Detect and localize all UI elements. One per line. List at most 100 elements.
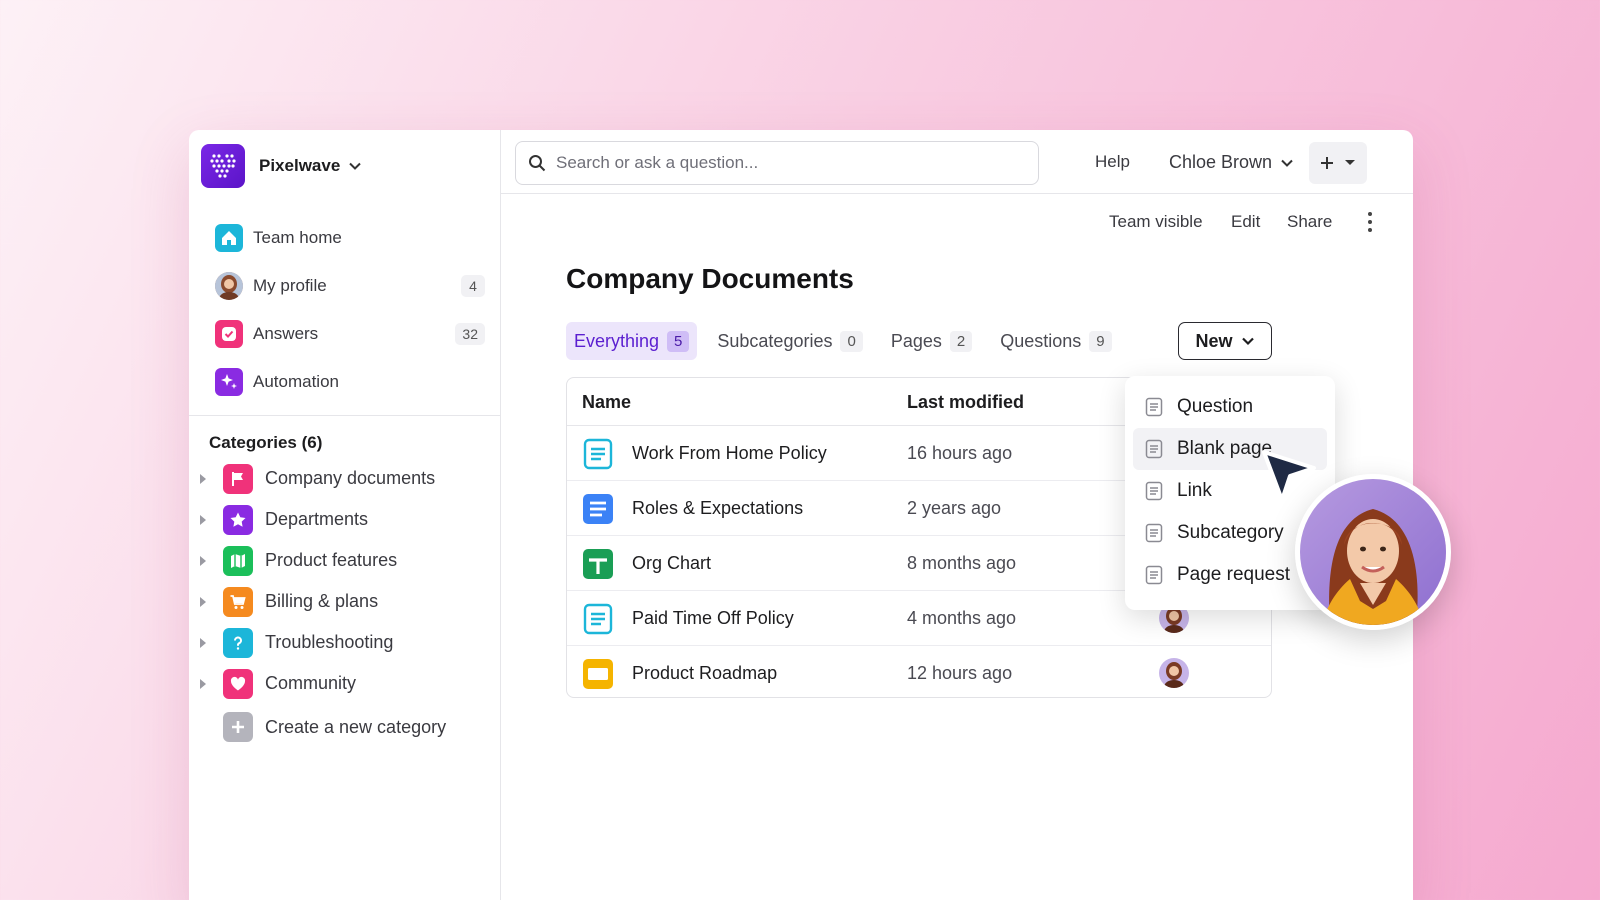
document-name[interactable]: Roles & Expectations <box>632 498 803 519</box>
pixelwave-logo-icon <box>201 144 245 188</box>
search-input[interactable] <box>556 153 1038 173</box>
heart-icon <box>223 668 253 699</box>
column-header-name[interactable]: Name <box>582 392 631 413</box>
tab-everything[interactable]: Everything 5 <box>566 322 698 360</box>
document-name[interactable]: Paid Time Off Policy <box>632 608 794 629</box>
category-company-documents[interactable]: Company documents <box>195 458 485 499</box>
answers-icon <box>215 320 243 348</box>
categories-heading: Categories (6) <box>209 433 323 452</box>
tab-count: 2 <box>949 330 973 352</box>
star-icon <box>223 504 253 535</box>
page-actions: Team visible Edit Share <box>501 210 1413 240</box>
sidebar: Pixelwave Team home My profile 4 Answers… <box>189 130 501 900</box>
cart-icon <box>223 586 253 617</box>
question-icon <box>223 627 253 658</box>
more-options-icon[interactable] <box>1365 210 1375 234</box>
help-link[interactable]: Help <box>1095 152 1130 172</box>
user-menu[interactable]: Chloe Brown <box>1169 152 1294 173</box>
nav-label: My profile <box>253 276 327 295</box>
nav-automation[interactable]: Automation <box>215 358 485 406</box>
main-nav: Team home My profile 4 Answers 32 Automa… <box>215 214 485 406</box>
nav-label: Team home <box>253 228 342 247</box>
menu-item-label: Subcategory <box>1177 522 1284 543</box>
share-button[interactable]: Share <box>1287 212 1332 232</box>
menu-item-question[interactable]: Question <box>1133 386 1327 428</box>
page-title: Company Documents <box>566 263 854 294</box>
tab-pages[interactable]: Pages 2 <box>883 322 980 360</box>
top-bar: Help Chloe Brown <box>501 130 1413 194</box>
search-icon <box>529 155 546 172</box>
visibility-button[interactable]: Team visible <box>1109 212 1203 232</box>
tab-label: Questions <box>1000 330 1082 351</box>
tab-subcategories[interactable]: Subcategories 0 <box>709 322 870 360</box>
nav-my-profile[interactable]: My profile 4 <box>215 262 485 310</box>
category-troubleshooting[interactable]: Troubleshooting <box>195 622 485 663</box>
nav-answers[interactable]: Answers 32 <box>215 310 485 358</box>
nav-team-home[interactable]: Team home <box>215 214 485 262</box>
caret-right-icon[interactable] <box>195 678 211 689</box>
nav-label: Answers <box>253 324 319 343</box>
doc-icon <box>583 494 613 524</box>
last-modified: 4 months ago <box>907 608 1017 628</box>
caret-right-icon[interactable] <box>195 637 211 648</box>
new-button[interactable]: New <box>1178 322 1272 360</box>
create-category-button[interactable]: Create a new category <box>223 712 446 742</box>
document-name[interactable]: Product Roadmap <box>632 663 777 684</box>
page-icon <box>1145 523 1163 543</box>
count-badge: 4 <box>461 275 485 297</box>
new-button-label: New <box>1195 330 1233 351</box>
tab-label: Everything <box>574 330 660 351</box>
last-modified: 12 hours ago <box>907 663 1013 683</box>
category-billing-plans[interactable]: Billing & plans <box>195 581 485 622</box>
page-icon <box>1145 397 1163 417</box>
search-box[interactable] <box>515 141 1039 185</box>
chevron-down-icon <box>349 162 361 170</box>
category-label: Community <box>265 673 357 693</box>
tab-count: 5 <box>667 330 690 352</box>
table-row[interactable]: Product Roadmap 12 hours ago <box>567 646 1271 697</box>
add-menu-button[interactable] <box>1309 142 1367 184</box>
document-name[interactable]: Org Chart <box>632 553 711 574</box>
category-label: Company documents <box>265 468 436 488</box>
chevron-down-icon <box>1281 159 1293 167</box>
category-product-features[interactable]: Product features <box>195 540 485 581</box>
category-list: Company documents Departments Product fe… <box>195 458 485 704</box>
category-label: Departments <box>265 509 369 529</box>
menu-item-label: Blank page <box>1177 438 1273 459</box>
flag-icon <box>223 463 253 494</box>
caret-right-icon[interactable] <box>195 473 211 484</box>
last-modified: 16 hours ago <box>907 443 1013 463</box>
cursor-pointer-icon <box>1262 450 1316 502</box>
tab-questions[interactable]: Questions 9 <box>992 322 1119 360</box>
category-departments[interactable]: Departments <box>195 499 485 540</box>
document-name[interactable]: Work From Home Policy <box>632 443 827 464</box>
column-header-modified[interactable]: Last modified <box>907 392 1024 413</box>
caret-right-icon[interactable] <box>195 514 211 525</box>
sidebar-divider <box>189 415 501 416</box>
slides-icon <box>583 659 613 689</box>
sparkle-icon <box>215 368 243 396</box>
tab-label: Pages <box>890 330 942 351</box>
edit-button[interactable]: Edit <box>1231 212 1260 232</box>
page-icon <box>1145 565 1163 585</box>
category-community[interactable]: Community <box>195 663 485 704</box>
map-icon <box>223 545 253 576</box>
last-modified: 8 months ago <box>907 553 1017 573</box>
caret-right-icon[interactable] <box>195 555 211 566</box>
user-name: Chloe Brown <box>1169 152 1273 172</box>
page-icon <box>1145 439 1163 459</box>
create-category-label: Create a new category <box>265 716 447 737</box>
home-icon <box>215 224 243 252</box>
tab-label: Subcategories <box>717 330 833 351</box>
menu-item-label: Page request <box>1177 564 1291 585</box>
workspace-switcher[interactable]: Pixelwave <box>201 144 362 188</box>
tab-count: 0 <box>840 330 863 352</box>
avatar <box>1159 658 1189 688</box>
menu-item-label: Link <box>1177 480 1212 501</box>
page-icon <box>1145 481 1163 501</box>
caret-right-icon[interactable] <box>195 596 211 607</box>
count-badge: 32 <box>455 323 485 345</box>
filter-tabs: Everything 5 Subcategories 0 Pages 2 Que… <box>566 322 1132 360</box>
chevron-down-icon <box>1241 337 1254 346</box>
workspace-name: Pixelwave <box>259 156 341 175</box>
